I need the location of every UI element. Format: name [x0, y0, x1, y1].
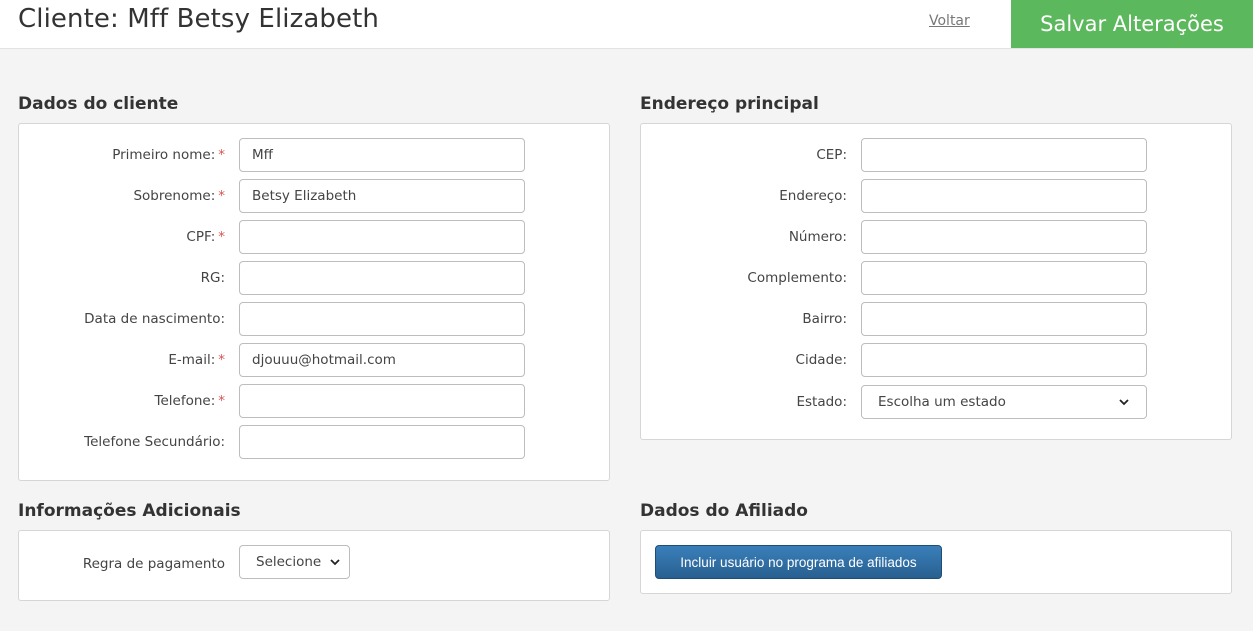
cep-label: CEP: — [816, 147, 847, 163]
payment-rule-label: Regra de pagamento — [82, 556, 225, 572]
data-de-nascimento-input[interactable] — [239, 302, 525, 336]
state-select[interactable]: Escolha um estado — [861, 385, 1147, 419]
required-asterisk: * — [218, 352, 225, 368]
numero-input[interactable] — [861, 220, 1147, 254]
client-section-title: Dados do cliente — [18, 94, 179, 114]
include-affiliate-button[interactable]: Incluir usuário no programa de afiliados — [655, 545, 942, 579]
telefone-secundario-input[interactable] — [239, 425, 525, 459]
bairro-row: Bairro: — [641, 302, 1231, 336]
numero-label: Número: — [788, 229, 847, 245]
endereco-input[interactable] — [861, 179, 1147, 213]
e-mail-input[interactable]: djouuu@hotmail.com — [239, 343, 525, 377]
payment-rule-select[interactable]: Selecione — [239, 545, 350, 579]
bairro-label: Bairro: — [802, 311, 847, 327]
rg-row: RG: — [19, 261, 609, 295]
e-mail-label: E-mail: * — [168, 352, 225, 368]
required-asterisk: * — [218, 393, 225, 409]
cidade-input[interactable] — [861, 343, 1147, 377]
cpf-label: CPF: * — [186, 229, 225, 245]
sobrenome-label: Sobrenome: * — [133, 188, 225, 204]
telefone-secundario-row: Telefone Secundário: — [19, 425, 609, 459]
rg-input[interactable] — [239, 261, 525, 295]
affiliate-section-title: Dados do Afiliado — [640, 501, 808, 521]
required-asterisk: * — [218, 147, 225, 163]
page-title: Cliente: Mff Betsy Elizabeth — [18, 4, 379, 34]
additional-panel: Regra de pagamento Selecione — [18, 530, 610, 601]
state-label: Estado: — [796, 394, 847, 410]
address-section-title: Endereço principal — [640, 94, 819, 114]
data-de-nascimento-row: Data de nascimento: — [19, 302, 609, 336]
required-asterisk: * — [218, 229, 225, 245]
telefone-label: Telefone: * — [154, 393, 226, 409]
save-changes-button[interactable]: Salvar Alterações — [1011, 0, 1253, 48]
complemento-label: Complemento: — [747, 270, 847, 286]
back-link[interactable]: Voltar — [929, 13, 970, 29]
primeiro-nome-label: Primeiro nome: * — [112, 147, 225, 163]
data-de-nascimento-label: Data de nascimento: — [84, 311, 225, 327]
primeiro-nome-row: Primeiro nome: * Mff — [19, 138, 609, 172]
chevron-down-icon — [1119, 399, 1129, 406]
state-row: Estado: Escolha um estado — [641, 385, 1231, 419]
bairro-input[interactable] — [861, 302, 1147, 336]
client-panel: Primeiro nome: * Mff Sobrenome: * Betsy Eliza… — [18, 123, 610, 481]
state-select-value: Escolha um estado — [878, 394, 1006, 410]
cidade-row: Cidade: — [641, 343, 1231, 377]
payment-rule-row: Regra de pagamento Selecione — [19, 545, 609, 579]
affiliate-panel: Incluir usuário no programa de afiliados — [640, 530, 1232, 594]
endereco-row: Endereço: — [641, 179, 1231, 213]
cpf-input[interactable] — [239, 220, 525, 254]
cep-input[interactable] — [861, 138, 1147, 172]
telefone-input[interactable] — [239, 384, 525, 418]
cidade-label: Cidade: — [795, 352, 847, 368]
payment-rule-select-value: Selecione — [256, 554, 322, 570]
e-mail-row: E-mail: * djouuu@hotmail.com — [19, 343, 609, 377]
cep-row: CEP: — [641, 138, 1231, 172]
telefone-row: Telefone: * — [19, 384, 609, 418]
required-asterisk: * — [218, 188, 225, 204]
numero-row: Número: — [641, 220, 1231, 254]
complemento-row: Complemento: — [641, 261, 1231, 295]
address-panel: CEP: Endereço: Número: Complemento: Bairro: C… — [640, 123, 1232, 440]
sobrenome-row: Sobrenome: * Betsy Elizabeth — [19, 179, 609, 213]
primeiro-nome-input[interactable]: Mff — [239, 138, 525, 172]
additional-section-title: Informações Adicionais — [18, 501, 241, 521]
sobrenome-input[interactable]: Betsy Elizabeth — [239, 179, 525, 213]
cpf-row: CPF: * — [19, 220, 609, 254]
rg-label: RG: — [200, 270, 225, 286]
telefone-secundario-label: Telefone Secundário: — [84, 434, 225, 450]
chevron-down-icon — [330, 559, 340, 566]
complemento-input[interactable] — [861, 261, 1147, 295]
endereco-label: Endereço: — [779, 188, 847, 204]
top-bar: Cliente: Mff Betsy Elizabeth Voltar Salv… — [0, 0, 1253, 49]
